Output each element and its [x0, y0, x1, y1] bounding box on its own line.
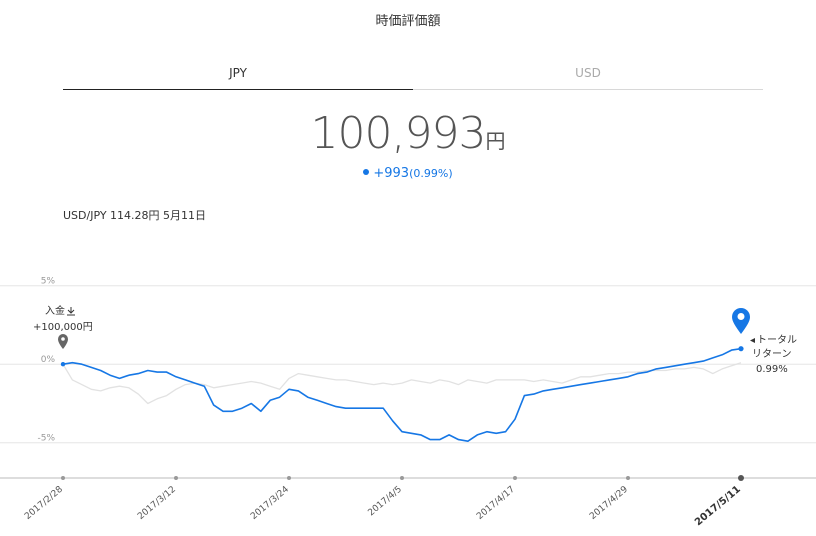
valuation-amount: 100,993円 [0, 108, 816, 159]
x-tick-label: 2017/2/28 [23, 484, 65, 521]
total-return-label-2: リターン [752, 348, 792, 360]
x-tick-dot [400, 476, 404, 480]
x-axis: 2017/2/28 2017/3/12 2017/3/24 2017/4/5 2017/… [0, 475, 816, 528]
caret-left-icon [750, 338, 755, 343]
x-tick-label: 2017/4/17 [475, 485, 517, 522]
currency-tabs: JPY USD [63, 62, 763, 90]
total-return-value: 0.99% [756, 364, 788, 375]
x-tick-label: 2017/5/11 [693, 484, 743, 528]
portfolio-line [62, 347, 742, 442]
benchmark-line [62, 362, 742, 405]
x-tick-label: 2017/3/12 [136, 485, 178, 522]
change-dot-icon [363, 169, 370, 175]
change-value: +993 [373, 166, 410, 181]
deposit-label: 入金 [45, 304, 65, 317]
x-tick-dot [513, 476, 517, 480]
total-return-label-1: トータル [757, 334, 797, 346]
x-tick-dot [287, 476, 291, 480]
deposit-amount: +100,000円 [33, 322, 93, 333]
chart-grid: 5% 0% -5% [0, 277, 816, 444]
total-return-annotation: トータル リターン 0.99% [750, 334, 797, 375]
change-summary: +993(0.99%) [0, 166, 816, 181]
download-icon [67, 307, 75, 316]
page-title: 時価評価額 [375, 14, 441, 29]
x-tick-dot [61, 476, 65, 480]
tab-usd[interactable]: USD [413, 62, 763, 90]
fx-rate: USD/JPY 114.28円 5月11日 [63, 209, 207, 222]
tab-jpy[interactable]: JPY [63, 62, 413, 90]
amount-value: 100,993 [310, 108, 487, 159]
x-tick-label: 2017/4/29 [588, 484, 630, 521]
change-percent: (0.99%) [409, 167, 453, 180]
x-tick-label: 2017/4/5 [367, 485, 404, 519]
x-tick-dot [626, 476, 630, 480]
start-point [60, 362, 66, 367]
y-tick-label: 5% [41, 277, 56, 287]
performance-chart: 5%0%-5% 2017/2/28 2017/3/12 2017/3/24 2017/… [0, 277, 816, 528]
y-tick-label: -5% [37, 434, 55, 444]
amount-unit: 円 [485, 129, 506, 153]
y-tick-label: 0% [41, 355, 56, 365]
current-pin-icon [732, 308, 750, 334]
x-tick-dot [738, 475, 744, 481]
deposit-annotation: 入金 +100,000円 [33, 304, 93, 349]
x-tick-dot [174, 476, 178, 480]
x-tick-label: 2017/3/24 [249, 484, 291, 521]
deposit-pin-icon [58, 334, 68, 349]
chart-series [60, 346, 744, 442]
end-point [738, 346, 744, 352]
